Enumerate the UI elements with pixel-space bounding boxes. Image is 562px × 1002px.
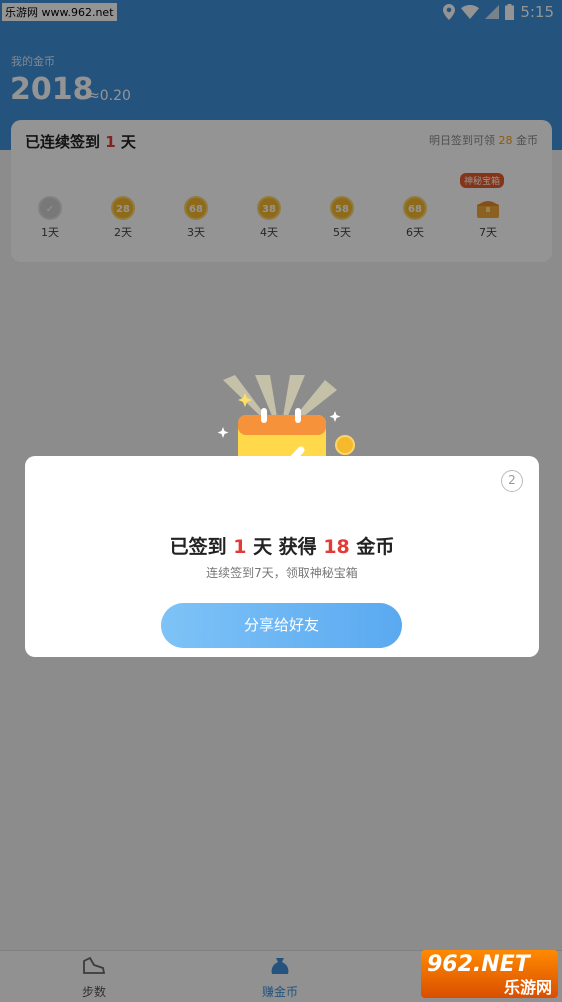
dialog-title: 已签到 1 天 获得 18 金币	[25, 532, 539, 559]
title-mid: 天 获得	[246, 536, 324, 558]
dialog-subtitle: 连续签到7天，领取神秘宝箱	[206, 566, 358, 580]
title-suffix: 金币	[349, 536, 395, 558]
title-coins: 18	[323, 536, 350, 558]
share-to-friends-button[interactable]: 分享给好友	[161, 603, 402, 648]
watermark-logo: 962.NET 乐游网	[421, 950, 558, 998]
title-prefix: 已签到	[169, 536, 234, 558]
title-days: 1	[233, 536, 247, 558]
countdown-close-button[interactable]: 2	[501, 470, 523, 492]
checkin-success-dialog: 2 已签到 1 天 获得 18 金币 连续签到7天，领取神秘宝箱 分享给好友	[25, 456, 539, 657]
watermark-text: 乐游网	[503, 978, 552, 997]
